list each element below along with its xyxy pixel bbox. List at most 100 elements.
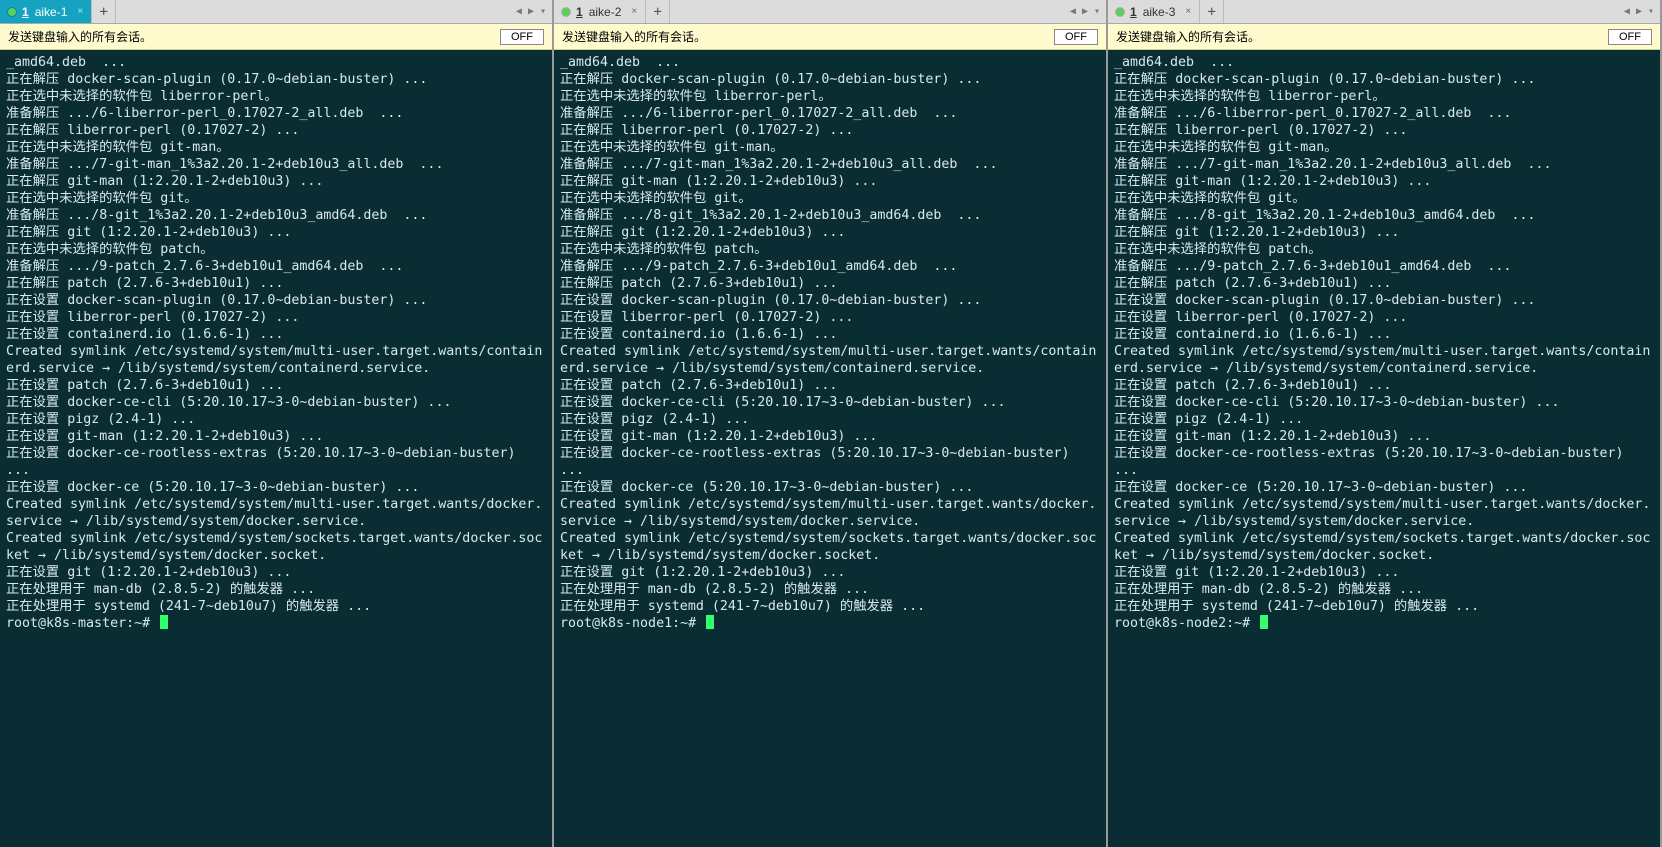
- shell-prompt: root@k8s-node2:~#: [1114, 616, 1258, 631]
- terminal-pane-2: 1 aike-2 × + ◀ ▶ ▾ 发送键盘输入的所有会话。 OFF _amd…: [554, 0, 1108, 847]
- tab-menu-icon[interactable]: ▾: [1646, 6, 1656, 17]
- session-tab-aike-3[interactable]: 1 aike-3 ×: [1108, 0, 1200, 23]
- terminal-line: 正在设置 docker-ce-cli (5:20.10.17~3-0~debia…: [560, 394, 1100, 411]
- terminal-line: 正在设置 docker-ce-cli (5:20.10.17~3-0~debia…: [6, 394, 546, 411]
- close-icon[interactable]: ×: [631, 6, 637, 17]
- terminal-line: 正在设置 docker-scan-plugin (0.17.0~debian-b…: [1114, 292, 1654, 309]
- terminal-prompt-line[interactable]: root@k8s-node2:~#: [1114, 615, 1654, 632]
- terminal-line: 正在处理用于 man-db (2.8.5-2) 的触发器 ...: [6, 581, 546, 598]
- tab-nav: ◀ ▶ ▾: [510, 0, 552, 23]
- terminal-line: 准备解压 .../6-liberror-perl_0.17027-2_all.d…: [6, 105, 546, 122]
- terminal-line: _amd64.deb ...: [6, 54, 546, 71]
- terminal-line: 正在设置 pigz (2.4-1) ...: [1114, 411, 1654, 428]
- broadcast-message: 发送键盘输入的所有会话。: [8, 28, 500, 45]
- broadcast-info-bar: 发送键盘输入的所有会话。 OFF: [0, 24, 552, 50]
- add-tab-button[interactable]: +: [646, 0, 670, 23]
- tab-index: 1: [576, 5, 583, 19]
- terminal-line: 正在选中未选择的软件包 git-man。: [6, 139, 546, 156]
- broadcast-message: 发送键盘输入的所有会话。: [562, 28, 1054, 45]
- terminal-line: Created symlink /etc/systemd/system/mult…: [6, 343, 546, 377]
- broadcast-off-button[interactable]: OFF: [500, 29, 544, 45]
- terminal-line: 正在解压 patch (2.7.6-3+deb10u1) ...: [6, 275, 546, 292]
- broadcast-info-bar: 发送键盘输入的所有会话。 OFF: [554, 24, 1106, 50]
- terminal-line: 正在设置 git (1:2.20.1-2+deb10u3) ...: [1114, 564, 1654, 581]
- terminal-line: 正在设置 git-man (1:2.20.1-2+deb10u3) ...: [1114, 428, 1654, 445]
- terminal-output[interactable]: _amd64.deb ...正在解压 docker-scan-plugin (0…: [1108, 50, 1660, 847]
- add-tab-button[interactable]: +: [92, 0, 116, 23]
- terminal-line: Created symlink /etc/systemd/system/mult…: [6, 496, 546, 530]
- terminal-line: 正在解压 git (1:2.20.1-2+deb10u3) ...: [1114, 224, 1654, 241]
- terminal-line: 正在设置 containerd.io (1.6.6-1) ...: [1114, 326, 1654, 343]
- tab-strip: 1 aike-2 × + ◀ ▶ ▾: [554, 0, 1106, 24]
- terminal-line: 正在设置 docker-ce-cli (5:20.10.17~3-0~debia…: [1114, 394, 1654, 411]
- tab-strip: 1 aike-1 × + ◀ ▶ ▾: [0, 0, 552, 24]
- tab-menu-icon[interactable]: ▾: [538, 6, 548, 17]
- add-tab-button[interactable]: +: [1200, 0, 1224, 23]
- terminal-line: 正在设置 containerd.io (1.6.6-1) ...: [560, 326, 1100, 343]
- terminal-line: 准备解压 .../9-patch_2.7.6-3+deb10u1_amd64.d…: [6, 258, 546, 275]
- terminal-line: Created symlink /etc/systemd/system/sock…: [1114, 530, 1654, 564]
- terminal-prompt-line[interactable]: root@k8s-master:~#: [6, 615, 546, 632]
- terminal-line: 正在解压 docker-scan-plugin (0.17.0~debian-b…: [6, 71, 546, 88]
- terminal-line: 正在设置 docker-ce-rootless-extras (5:20.10.…: [6, 445, 546, 479]
- close-icon[interactable]: ×: [77, 6, 83, 17]
- cursor-icon: [1260, 615, 1268, 629]
- tab-next-icon[interactable]: ▶: [1080, 6, 1090, 17]
- terminal-line: 正在选中未选择的软件包 liberror-perl。: [6, 88, 546, 105]
- terminal-line: 正在设置 liberror-perl (0.17027-2) ...: [1114, 309, 1654, 326]
- session-tab-aike-1[interactable]: 1 aike-1 ×: [0, 0, 92, 23]
- terminal-line: 正在解压 patch (2.7.6-3+deb10u1) ...: [560, 275, 1100, 292]
- tab-prev-icon[interactable]: ◀: [1068, 6, 1078, 17]
- shell-prompt: root@k8s-master:~#: [6, 616, 158, 631]
- terminal-line: 正在设置 liberror-perl (0.17027-2) ...: [560, 309, 1100, 326]
- shell-prompt: root@k8s-node1:~#: [560, 616, 704, 631]
- terminal-line: 正在解压 git-man (1:2.20.1-2+deb10u3) ...: [1114, 173, 1654, 190]
- tab-index: 1: [1130, 5, 1137, 19]
- terminal-line: 正在解压 patch (2.7.6-3+deb10u1) ...: [1114, 275, 1654, 292]
- terminal-line: 准备解压 .../7-git-man_1%3a2.20.1-2+deb10u3_…: [6, 156, 546, 173]
- terminal-line: 准备解压 .../8-git_1%3a2.20.1-2+deb10u3_amd6…: [6, 207, 546, 224]
- terminal-line: 准备解压 .../6-liberror-perl_0.17027-2_all.d…: [1114, 105, 1654, 122]
- tab-menu-icon[interactable]: ▾: [1092, 6, 1102, 17]
- terminal-line: 正在设置 patch (2.7.6-3+deb10u1) ...: [560, 377, 1100, 394]
- terminal-line: Created symlink /etc/systemd/system/sock…: [560, 530, 1100, 564]
- cursor-icon: [160, 615, 168, 629]
- broadcast-off-button[interactable]: OFF: [1054, 29, 1098, 45]
- terminal-line: 正在选中未选择的软件包 patch。: [1114, 241, 1654, 258]
- terminal-line: 正在设置 pigz (2.4-1) ...: [6, 411, 546, 428]
- terminal-line: 正在选中未选择的软件包 git-man。: [1114, 139, 1654, 156]
- terminal-output[interactable]: _amd64.deb ...正在解压 docker-scan-plugin (0…: [554, 50, 1106, 847]
- terminal-line: 准备解压 .../8-git_1%3a2.20.1-2+deb10u3_amd6…: [1114, 207, 1654, 224]
- terminal-line: 正在选中未选择的软件包 git。: [560, 190, 1100, 207]
- status-dot-icon: [8, 8, 16, 16]
- terminal-line: 正在设置 patch (2.7.6-3+deb10u1) ...: [6, 377, 546, 394]
- terminal-line: 正在设置 pigz (2.4-1) ...: [560, 411, 1100, 428]
- tab-prev-icon[interactable]: ◀: [1622, 6, 1632, 17]
- terminal-line: 正在处理用于 man-db (2.8.5-2) 的触发器 ...: [560, 581, 1100, 598]
- terminal-line: 正在解压 git-man (1:2.20.1-2+deb10u3) ...: [560, 173, 1100, 190]
- terminal-prompt-line[interactable]: root@k8s-node1:~#: [560, 615, 1100, 632]
- terminal-line: _amd64.deb ...: [1114, 54, 1654, 71]
- tab-nav: ◀ ▶ ▾: [1064, 0, 1106, 23]
- broadcast-off-button[interactable]: OFF: [1608, 29, 1652, 45]
- terminal-line: 正在设置 containerd.io (1.6.6-1) ...: [6, 326, 546, 343]
- terminal-line: 正在设置 docker-scan-plugin (0.17.0~debian-b…: [560, 292, 1100, 309]
- terminal-line: 正在选中未选择的软件包 patch。: [6, 241, 546, 258]
- tab-next-icon[interactable]: ▶: [526, 6, 536, 17]
- status-dot-icon: [1116, 8, 1124, 16]
- terminal-output[interactable]: _amd64.deb ...正在解压 docker-scan-plugin (0…: [0, 50, 552, 847]
- terminal-line: 准备解压 .../7-git-man_1%3a2.20.1-2+deb10u3_…: [1114, 156, 1654, 173]
- tab-prev-icon[interactable]: ◀: [514, 6, 524, 17]
- terminal-line: 准备解压 .../8-git_1%3a2.20.1-2+deb10u3_amd6…: [560, 207, 1100, 224]
- tab-title: aike-3: [1143, 5, 1176, 19]
- tab-next-icon[interactable]: ▶: [1634, 6, 1644, 17]
- cursor-icon: [706, 615, 714, 629]
- tab-strip: 1 aike-3 × + ◀ ▶ ▾: [1108, 0, 1660, 24]
- terminal-line: 正在设置 docker-ce (5:20.10.17~3-0~debian-bu…: [6, 479, 546, 496]
- terminal-line: 正在解压 git-man (1:2.20.1-2+deb10u3) ...: [6, 173, 546, 190]
- terminal-line: 正在解压 docker-scan-plugin (0.17.0~debian-b…: [1114, 71, 1654, 88]
- session-tab-aike-2[interactable]: 1 aike-2 ×: [554, 0, 646, 23]
- terminal-line: 正在设置 liberror-perl (0.17027-2) ...: [6, 309, 546, 326]
- terminal-line: 正在处理用于 systemd (241-7~deb10u7) 的触发器 ...: [1114, 598, 1654, 615]
- close-icon[interactable]: ×: [1185, 6, 1191, 17]
